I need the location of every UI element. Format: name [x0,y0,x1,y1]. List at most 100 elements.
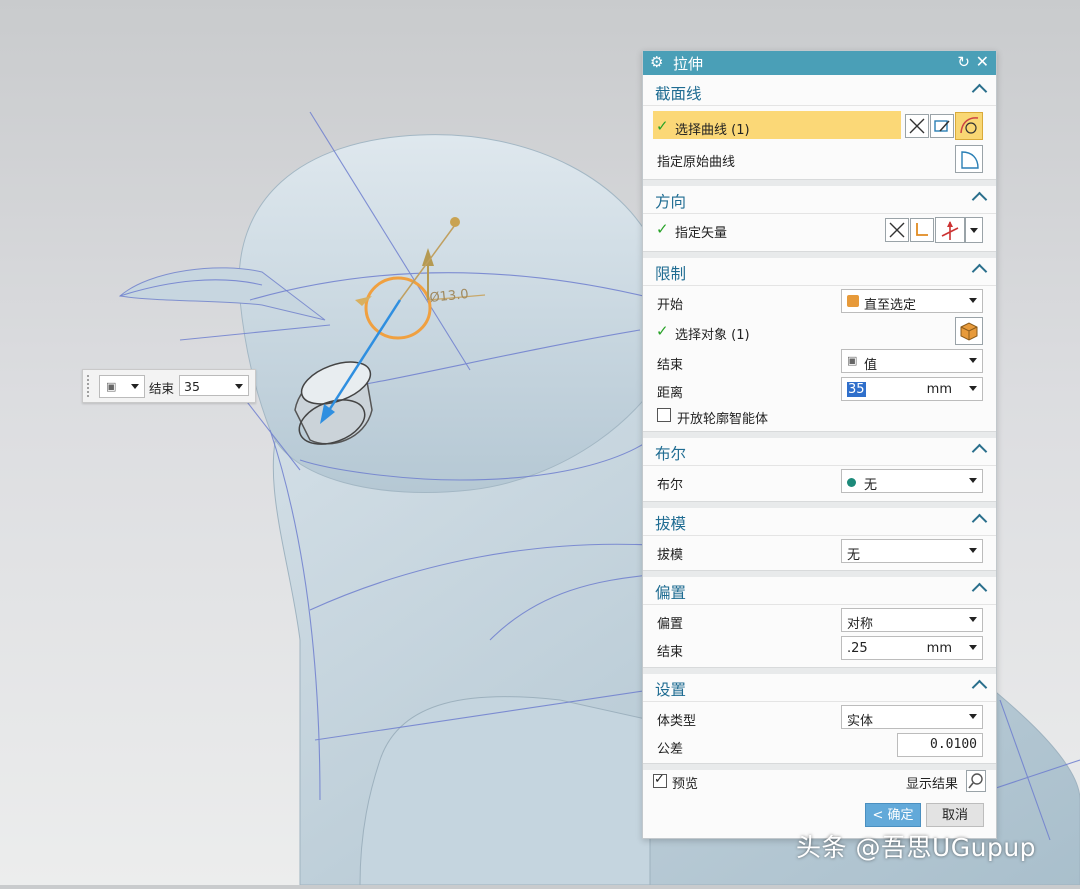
reverse-direction-icon[interactable] [885,218,909,242]
chevron-up-icon[interactable] [971,582,988,599]
offset-row: 偏置 对称 [643,608,996,634]
select-object-row[interactable]: ✓ 选择对象 (1) [643,317,996,345]
check-icon: ✓ [656,117,669,135]
origin-curve-icon[interactable] [955,145,983,173]
check-icon: ✓ [656,322,669,340]
offset-end-row: 结束 .25 mm [643,636,996,662]
value-type-dropdown[interactable]: ▣ [99,375,145,398]
body-type-dropdown[interactable]: 实体 [841,705,983,729]
curve-select-icon[interactable] [955,112,983,140]
draft-dropdown[interactable]: 无 [841,539,983,563]
start-row: 开始 直至选定 [643,289,996,315]
distance-input[interactable]: 35 mm [841,377,983,401]
select-curve-row[interactable]: ✓ 选择曲线 (1) [643,111,996,140]
chevron-up-icon[interactable] [971,443,988,460]
group-title: 方向 [655,193,687,211]
distance-label: 距离 [657,386,684,401]
dialog-title-bar[interactable]: ⚙ 拉伸 ↻ ✕ [643,51,996,75]
tolerance-row: 公差 0.0100 [643,733,996,759]
start-label: 开始 [657,298,684,313]
preview-checkbox[interactable] [653,772,667,788]
ok-button[interactable]: < 确定 > [865,803,921,847]
vector-inferred-icon[interactable] [935,217,965,243]
chevron-down-icon [969,298,977,303]
body-type-value: 实体 [847,714,874,729]
deselect-icon[interactable] [905,114,929,138]
vector-dialog-icon[interactable] [910,218,934,242]
specify-origin-curve-label: 指定原始曲线 [657,155,736,170]
specify-vector-row[interactable]: ✓ 指定矢量 [643,217,996,243]
offset-dropdown[interactable]: 对称 [841,608,983,632]
end-label: 结束 [657,358,684,373]
group-section: 截面线 ✓ 选择曲线 (1) 指定原始曲线 [643,77,996,173]
floating-value-toolbar: ▣ 结束 35 [82,369,256,403]
chevron-up-icon[interactable] [971,679,988,696]
chevron-down-icon [131,384,139,389]
group-boolean-header[interactable]: 布尔 [643,437,996,466]
chevron-down-icon [969,714,977,719]
group-title: 限制 [655,265,687,283]
until-selected-icon [847,295,859,307]
offset-value: 对称 [847,617,874,632]
extrude-dialog: ⚙ 拉伸 ↻ ✕ 截面线 ✓ 选择曲线 (1) 指定原始曲线 方向 ✓ 指定矢量… [642,50,997,847]
offset-end-value: .25 [847,641,868,656]
group-limits-header[interactable]: 限制 [643,257,996,286]
offset-label: 偏置 [657,617,684,632]
sketch-section-icon[interactable] [930,114,954,138]
boolean-dropdown[interactable]: 无 [841,469,983,493]
group-draft-header[interactable]: 拔模 [643,507,996,536]
chevron-up-icon[interactable] [971,83,988,100]
body-type-label: 体类型 [657,714,697,729]
chevron-down-icon [969,617,977,622]
boolean-row: 布尔 无 [643,469,996,495]
chevron-up-icon[interactable] [971,263,988,280]
open-profile-row[interactable]: 开放轮廓智能体 [643,403,996,429]
show-result-button[interactable] [966,770,986,792]
bird-wing-surface [359,696,651,886]
vector-type-dropdown[interactable] [965,217,983,243]
chevron-down-icon [969,645,977,650]
close-icon[interactable]: ✕ [976,52,989,71]
start-value: 直至选定 [864,298,917,313]
boolean-label: 布尔 [657,478,684,493]
chevron-up-icon[interactable] [971,513,988,530]
group-offset: 偏置 偏置 对称 结束 .25 mm [643,576,996,660]
preview-row: 预览 显示结果 [643,770,996,796]
reset-icon[interactable]: ↻ [957,53,970,71]
check-icon: ✓ [656,220,669,238]
offset-end-unit: mm [926,641,952,656]
chevron-down-icon [969,358,977,363]
chevron-up-icon[interactable] [971,191,988,208]
open-profile-checkbox[interactable] [657,408,671,422]
group-direction-header[interactable]: 方向 [643,185,996,214]
draft-row: 拔模 无 [643,539,996,565]
solid-body-icon[interactable] [955,317,983,345]
select-object-label: 选择对象 (1) [675,328,750,343]
body-type-row: 体类型 实体 [643,705,996,731]
specify-origin-curve-row[interactable]: 指定原始曲线 [643,145,996,173]
watermark: 头条 @吾思UGupup [796,833,1037,862]
chevron-down-icon [969,386,977,391]
gear-icon: ⚙ [650,53,664,71]
group-offset-header[interactable]: 偏置 [643,576,996,605]
tolerance-label: 公差 [657,742,684,757]
start-dropdown[interactable]: 直至选定 [841,289,983,313]
group-boolean: 布尔 布尔 无 [643,437,996,493]
tolerance-input[interactable]: 0.0100 [897,733,983,757]
open-profile-label: 开放轮廓智能体 [677,412,769,427]
cancel-button[interactable]: 取消 [926,803,984,827]
magnifier-icon [968,773,983,789]
drag-grip-handle[interactable] [86,374,91,398]
select-curve-label: 选择曲线 (1) [675,123,750,138]
specify-vector-label: 指定矢量 [675,226,728,241]
draft-label: 拔模 [657,548,684,563]
mini-end-value-input[interactable]: 35 [179,375,249,396]
end-dropdown[interactable]: ▣ 值 [841,349,983,373]
offset-end-input[interactable]: .25 mm [841,636,983,660]
group-title: 偏置 [655,584,687,602]
value-cube-icon: ▣ [847,354,858,367]
group-settings-header[interactable]: 设置 [643,673,996,702]
group-title: 设置 [655,681,687,699]
distance-value: 35 [847,382,866,397]
group-section-header[interactable]: 截面线 [643,77,996,106]
